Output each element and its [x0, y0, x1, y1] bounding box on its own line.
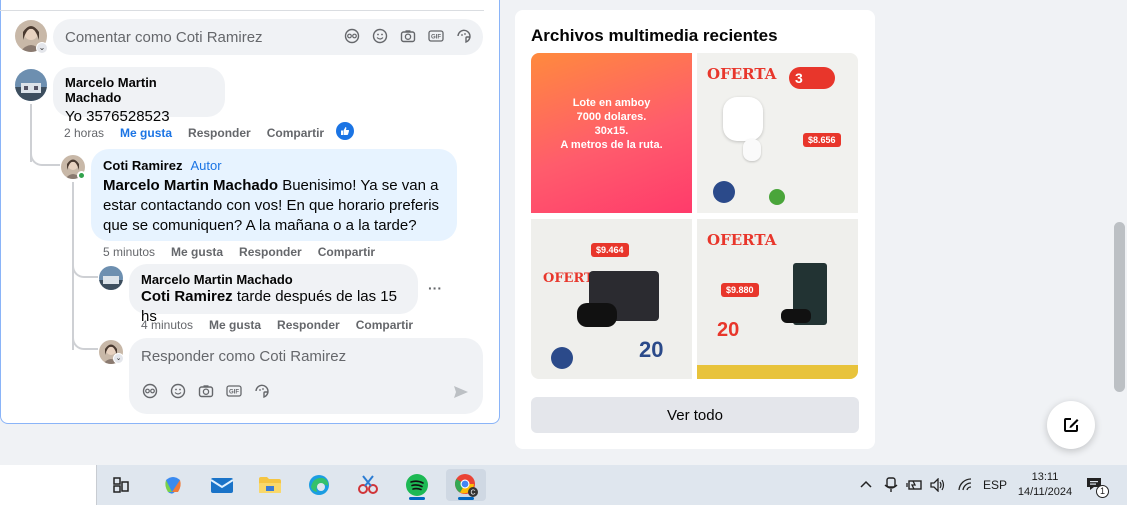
- thread-connector: [30, 140, 60, 166]
- clock-date: 14/11/2024: [1017, 486, 1073, 498]
- chevron-down-icon[interactable]: ⌄: [113, 353, 124, 364]
- comment-actions: 5 minutos Me gusta Responder Compartir: [103, 245, 375, 259]
- share-button[interactable]: Compartir: [267, 126, 324, 140]
- emoji-icon[interactable]: [371, 27, 389, 45]
- clock-time: 13:11: [1031, 471, 1059, 483]
- snipping-tool-icon[interactable]: [352, 469, 384, 501]
- emoji-icon[interactable]: [169, 382, 187, 400]
- new-message-button[interactable]: [1047, 401, 1095, 449]
- reply-button[interactable]: Responder: [277, 318, 340, 332]
- wifi-icon[interactable]: [957, 465, 973, 505]
- comment-bubble: Marcelo Martin Machado Coti Ramirez tard…: [129, 264, 418, 325]
- share-button[interactable]: Compartir: [356, 318, 413, 332]
- svg-text:GIF: GIF: [229, 390, 239, 396]
- comment-bubble: Marcelo Martin Machado Yo 3576528523: [53, 67, 225, 125]
- reply-input[interactable]: Responder como Coti Ramirez GIF: [129, 338, 483, 414]
- banner-strip: [697, 365, 858, 379]
- avatar-marcelo-machado[interactable]: [99, 266, 123, 290]
- windows-taskbar: C ESP 13:11 14/11/2024 1: [0, 465, 1127, 505]
- camera-icon[interactable]: [197, 382, 215, 400]
- task-view-icon[interactable]: [105, 469, 137, 501]
- like-button[interactable]: Me gusta: [209, 318, 261, 332]
- reply-button[interactable]: Responder: [239, 245, 302, 259]
- camera-icon[interactable]: [399, 27, 417, 45]
- spotify-icon[interactable]: [401, 469, 433, 501]
- battery-charging-icon[interactable]: [906, 465, 924, 505]
- media-thumbnail[interactable]: Lote en amboy 7000 dolares. 30x15. A met…: [531, 53, 692, 213]
- gif-icon[interactable]: GIF: [427, 27, 445, 45]
- comment-time[interactable]: 2 horas: [64, 126, 104, 140]
- sticker-icon[interactable]: [455, 27, 473, 45]
- store-logo-icon: [551, 347, 573, 369]
- media-title: Archivos multimedia recientes: [531, 26, 778, 45]
- reply-button[interactable]: Responder: [188, 126, 251, 140]
- show-hidden-icons-button[interactable]: [859, 465, 873, 505]
- media-thumbnail[interactable]: OFERTA $9.880 20: [697, 219, 858, 379]
- avatar-marcelo-machado[interactable]: [15, 69, 47, 101]
- svg-text:GIF: GIF: [431, 35, 441, 41]
- thread-connector: [72, 258, 98, 278]
- media-thumbnail[interactable]: OFERTA 3 $8.656: [697, 53, 858, 213]
- comment-text: Marcelo Martin Machado Buenisimo! Ya se …: [103, 177, 439, 194]
- brand-logo-icon: [769, 189, 785, 205]
- comment-time[interactable]: 5 minutos: [103, 245, 155, 259]
- comment-actions: 4 minutos Me gusta Responder Compartir: [141, 318, 413, 332]
- scrollbar-thumb[interactable]: [1114, 222, 1125, 392]
- svg-text:C: C: [470, 490, 475, 497]
- mention[interactable]: Coti Ramirez: [141, 288, 233, 305]
- store-logo-icon: [713, 181, 735, 203]
- reply-placeholder: Responder como Coti Ramirez: [141, 348, 347, 365]
- author-comment-bubble: Coti Ramirez Autor Marcelo Martin Machado…: [91, 149, 457, 241]
- comment-placeholder: Comentar como Coti Ramirez: [65, 29, 263, 46]
- gif-icon[interactable]: GIF: [225, 382, 243, 400]
- copilot-icon[interactable]: [157, 469, 189, 501]
- like-button[interactable]: Me gusta: [171, 245, 223, 259]
- comment-time[interactable]: 4 minutos: [141, 318, 193, 332]
- avatar-sticker-icon[interactable]: [141, 382, 159, 400]
- thread-connector: [72, 330, 98, 350]
- meet-now-icon[interactable]: [884, 465, 898, 505]
- compose-icon: [1064, 418, 1079, 432]
- like-button[interactable]: Me gusta: [120, 126, 172, 140]
- online-status-dot: [77, 171, 86, 180]
- notification-count-badge: 1: [1096, 485, 1109, 498]
- chrome-browser-icon[interactable]: C: [446, 469, 486, 501]
- comment-text-line: que se comuniquen? A la mañana o a la ta…: [103, 217, 417, 234]
- mention[interactable]: Marcelo Martin Machado: [103, 177, 278, 194]
- comment-author[interactable]: Coti Ramirez: [103, 158, 182, 173]
- file-explorer-icon[interactable]: [254, 469, 286, 501]
- system-clock[interactable]: 13:11 14/11/2024: [1010, 470, 1080, 500]
- comment-input[interactable]: Comentar como Coti Ramirez GIF: [53, 19, 483, 55]
- mail-icon[interactable]: [206, 469, 238, 501]
- edge-browser-icon[interactable]: [303, 469, 335, 501]
- author-badge: Autor: [190, 158, 222, 173]
- share-button[interactable]: Compartir: [318, 245, 375, 259]
- comment-author[interactable]: Marcelo Martin Machado: [141, 272, 406, 287]
- comment-text: Yo 3576528523: [65, 108, 170, 125]
- volume-icon[interactable]: [930, 465, 946, 505]
- media-thumbnail[interactable]: $9.464 OFERTA 20: [531, 219, 692, 379]
- sticker-icon[interactable]: [253, 382, 271, 400]
- recent-media-panel: Archivos multimedia recientes Lote en am…: [515, 10, 875, 449]
- comment-actions: 2 horas Me gusta Responder Compartir: [64, 126, 324, 140]
- comment-author[interactable]: Marcelo Martin Machado: [65, 75, 213, 105]
- taskbar-search-box[interactable]: [0, 465, 97, 505]
- avatar-sticker-icon[interactable]: [343, 27, 361, 45]
- divider: [0, 10, 484, 11]
- input-language[interactable]: ESP: [983, 465, 1007, 505]
- earbuds-case-image: [723, 97, 763, 141]
- more-options-button[interactable]: ···: [428, 280, 442, 296]
- see-all-button[interactable]: Ver todo: [531, 397, 859, 433]
- thumbs-up-icon[interactable]: [336, 122, 354, 140]
- send-icon[interactable]: [453, 384, 469, 405]
- chevron-down-icon[interactable]: ⌄: [36, 42, 48, 54]
- comment-text-line: estar contactando con vos! En que horari…: [103, 197, 440, 214]
